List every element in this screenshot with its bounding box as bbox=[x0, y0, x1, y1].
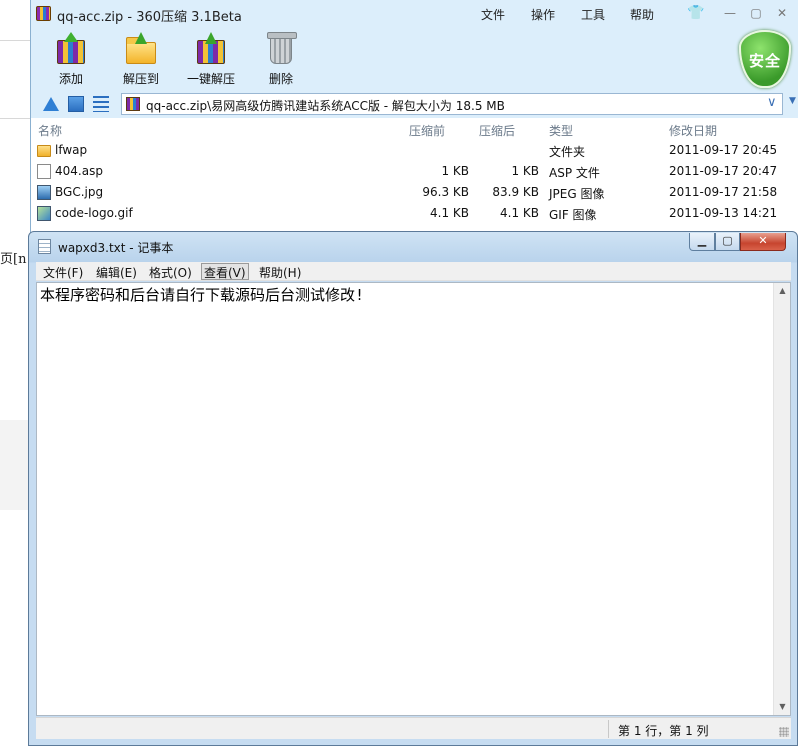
minimize-button[interactable]: ▁ bbox=[689, 233, 715, 251]
background-divider bbox=[0, 118, 32, 119]
column-header-name[interactable]: 名称 bbox=[38, 122, 62, 139]
minimize-icon[interactable]: — bbox=[721, 5, 739, 21]
file-size-after: 4.1 KB bbox=[500, 206, 539, 220]
background-divider bbox=[0, 40, 32, 41]
menu-edit[interactable]: 编辑(E) bbox=[96, 264, 137, 281]
thumbnail-view-icon[interactable] bbox=[68, 96, 84, 112]
file-type: ASP 文件 bbox=[549, 166, 600, 180]
security-badge[interactable]: 安全 bbox=[739, 30, 791, 90]
zip-title-bar[interactable]: qq-acc.zip - 360压缩 3.1Beta 文件 操作 工具 帮助 👕… bbox=[31, 0, 798, 28]
zip-menu-help[interactable]: 帮助 bbox=[630, 6, 654, 23]
document-icon bbox=[37, 164, 51, 179]
file-name: lfwap bbox=[55, 143, 88, 157]
file-size-before: 1 KB bbox=[441, 164, 469, 178]
archive-icon bbox=[126, 97, 140, 111]
one-click-extract-icon bbox=[194, 32, 228, 66]
notepad-menubar: 文件(F) 编辑(E) 格式(O) 查看(V) 帮助(H) bbox=[36, 262, 791, 281]
file-name: 404.asp bbox=[55, 164, 103, 178]
file-date: 2011-09-17 20:45 bbox=[669, 143, 778, 157]
extract-to-label: 解压到 bbox=[122, 72, 159, 86]
gif-file-icon bbox=[37, 206, 51, 221]
extract-to-button[interactable]: 解压到 bbox=[111, 32, 171, 88]
address-bar-row: qq-acc.zip\易网高级仿腾讯建站系统ACC版 - 解包大小为 18.5 … bbox=[31, 92, 798, 116]
file-size-before: 4.1 KB bbox=[430, 206, 469, 220]
delete-label: 删除 bbox=[268, 72, 293, 86]
notepad-icon bbox=[38, 239, 51, 254]
file-size-after: 83.9 KB bbox=[492, 185, 539, 199]
file-row[interactable]: lfwap 文件夹 2011-09-17 20:45 bbox=[31, 140, 798, 161]
notepad-title: wapxd3.txt - 记事本 bbox=[58, 241, 174, 255]
notepad-window: wapxd3.txt - 记事本 ▁ ▢ ✕ 文件(F) 编辑(E) 格式(O)… bbox=[28, 231, 798, 746]
address-path: qq-acc.zip\易网高级仿腾讯建站系统ACC版 - 解包大小为 18.5 … bbox=[146, 99, 505, 113]
close-icon[interactable]: ✕ bbox=[773, 5, 791, 21]
file-date: 2011-09-17 20:47 bbox=[669, 164, 778, 178]
one-click-extract-button[interactable]: 一键解压 bbox=[181, 32, 241, 88]
notepad-title-bar[interactable]: wapxd3.txt - 记事本 ▁ ▢ ✕ bbox=[29, 232, 797, 262]
scroll-up-icon[interactable]: ▲ bbox=[774, 283, 791, 299]
menu-help[interactable]: 帮助(H) bbox=[259, 264, 301, 281]
image-file-icon bbox=[37, 185, 51, 200]
zip-menu-file[interactable]: 文件 bbox=[481, 6, 505, 23]
column-header-size-before[interactable]: 压缩前 bbox=[409, 122, 445, 139]
skin-icon[interactable]: 👕 bbox=[687, 5, 705, 21]
list-view-icon[interactable] bbox=[93, 96, 109, 112]
vertical-scrollbar[interactable]: ▲ ▼ bbox=[773, 283, 790, 715]
background-text: 页[n bbox=[0, 252, 27, 267]
status-divider bbox=[608, 720, 609, 738]
scroll-down-icon[interactable]: ▼ bbox=[774, 699, 791, 715]
security-badge-label: 安全 bbox=[748, 52, 781, 70]
file-type: 文件夹 bbox=[549, 145, 586, 159]
column-header-date[interactable]: 修改日期 bbox=[669, 122, 717, 139]
add-archive-icon bbox=[54, 32, 88, 66]
delete-icon bbox=[264, 32, 298, 66]
add-label: 添加 bbox=[58, 72, 83, 86]
extract-to-icon bbox=[124, 32, 158, 66]
file-name: code-logo.gif bbox=[55, 206, 133, 220]
maximize-icon[interactable]: ▢ bbox=[747, 5, 765, 21]
file-size-after: 1 KB bbox=[511, 164, 539, 178]
file-row[interactable]: 404.asp 1 KB 1 KB ASP 文件 2011-09-17 20:4… bbox=[31, 161, 798, 182]
zip-menu-operate[interactable]: 操作 bbox=[531, 6, 555, 23]
chevron-down-icon[interactable]: ∨ bbox=[767, 95, 777, 110]
menu-view[interactable]: 查看(V) bbox=[201, 263, 249, 280]
folder-icon bbox=[37, 145, 51, 157]
status-bar: 第 1 行，第 1 列 bbox=[36, 717, 791, 739]
file-type: GIF 图像 bbox=[549, 208, 597, 222]
zip-toolbar: 添加 解压到 一键解压 删除 bbox=[31, 28, 798, 90]
menu-file[interactable]: 文件(F) bbox=[43, 264, 83, 281]
cursor-position: 第 1 行，第 1 列 bbox=[618, 724, 709, 738]
menu-format[interactable]: 格式(O) bbox=[149, 264, 192, 281]
column-header-type[interactable]: 类型 bbox=[549, 122, 573, 139]
file-row[interactable]: code-logo.gif 4.1 KB 4.1 KB GIF 图像 2011-… bbox=[31, 203, 798, 224]
archive-icon bbox=[36, 6, 51, 21]
delete-button[interactable]: 删除 bbox=[251, 32, 311, 88]
file-size-before: 96.3 KB bbox=[422, 185, 469, 199]
file-name: BGC.jpg bbox=[55, 185, 104, 199]
file-row[interactable]: BGC.jpg 96.3 KB 83.9 KB JPEG 图像 2011-09-… bbox=[31, 182, 798, 203]
notepad-text-area[interactable]: 本程序密码和后台请自行下载源码后台测试修改! ▲ ▼ bbox=[36, 282, 791, 716]
address-bar[interactable]: qq-acc.zip\易网高级仿腾讯建站系统ACC版 - 解包大小为 18.5 … bbox=[121, 93, 783, 115]
close-button[interactable]: ✕ bbox=[740, 233, 786, 251]
add-button[interactable]: 添加 bbox=[41, 32, 101, 88]
zip-window-title: qq-acc.zip - 360压缩 3.1Beta bbox=[57, 10, 242, 25]
zip-menu-tools[interactable]: 工具 bbox=[581, 6, 605, 23]
file-type: JPEG 图像 bbox=[549, 187, 605, 201]
column-header-size-after[interactable]: 压缩后 bbox=[479, 122, 515, 139]
file-list: 名称 压缩前 压缩后 类型 修改日期 lfwap 文件夹 2011-09-17 … bbox=[31, 118, 798, 248]
notepad-content[interactable]: 本程序密码和后台请自行下载源码后台测试修改! bbox=[40, 284, 364, 305]
file-date: 2011-09-17 21:58 bbox=[669, 185, 778, 199]
up-arrow-icon[interactable] bbox=[43, 97, 59, 111]
maximize-button[interactable]: ▢ bbox=[715, 233, 740, 251]
dropdown-arrow-icon[interactable]: ▼ bbox=[789, 96, 796, 106]
one-click-extract-label: 一键解压 bbox=[186, 72, 235, 86]
file-date: 2011-09-13 14:21 bbox=[669, 206, 778, 220]
resize-grip-icon[interactable] bbox=[779, 727, 789, 737]
